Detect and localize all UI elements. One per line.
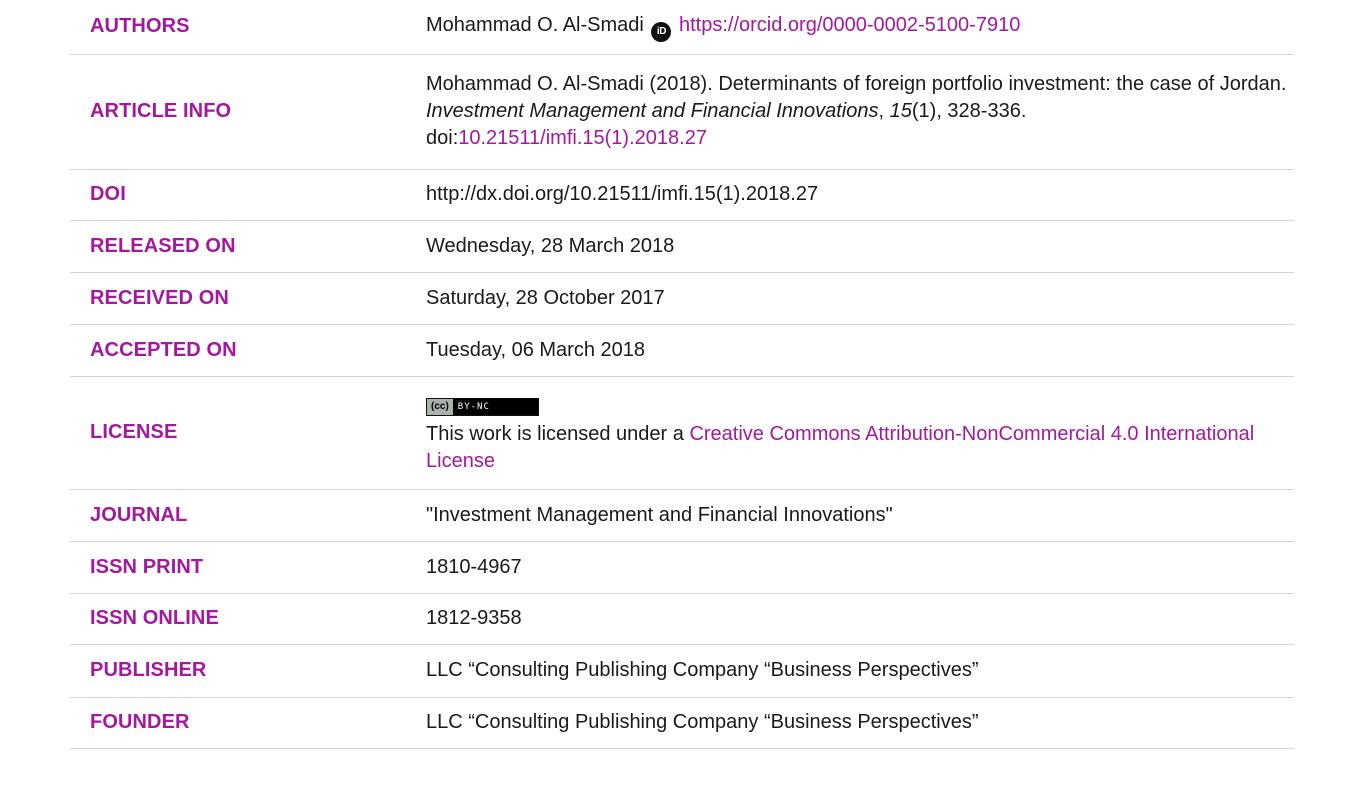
founder-value: LLC “Consulting Publishing Company “Busi…: [426, 711, 979, 733]
doi-label: DOI: [90, 183, 126, 205]
row-license: LICENSE (cc) BY-NC This work is licensed…: [70, 376, 1294, 489]
license-label: LICENSE: [90, 421, 178, 443]
license-text: This work is licensed under a Creative C…: [426, 421, 1294, 475]
publisher-value: LLC “Consulting Publishing Company “Busi…: [426, 659, 979, 681]
row-received-on: RECEIVED ON Saturday, 28 October 2017: [70, 272, 1294, 324]
authors-value: Mohammad O. Al-Smadi iD https://orcid.or…: [426, 0, 1294, 54]
released-on-value: Wednesday, 28 March 2018: [426, 234, 675, 257]
journal-label: JOURNAL: [90, 503, 188, 526]
publisher-label: PUBLISHER: [90, 659, 207, 681]
article-metadata-table: AUTHORS Mohammad O. Al-Smadi iD https://…: [70, 0, 1294, 749]
row-article-info: ARTICLE INFO Mohammad O. Al-Smadi (2018)…: [70, 54, 1294, 169]
citation-doi-link[interactable]: 10.21511/imfi.15(1).2018.27: [458, 127, 707, 149]
issn-print-label: ISSN PRINT: [90, 555, 204, 578]
orcid-link[interactable]: https://orcid.org/0000-0002-5100-7910: [679, 14, 1020, 36]
row-founder: FOUNDER LLC “Consulting Publishing Compa…: [70, 697, 1294, 748]
citation-volume: 15: [889, 100, 912, 122]
cc-license-badge[interactable]: (cc) BY-NC: [426, 398, 539, 416]
author-name: Mohammad O. Al-Smadi: [426, 13, 644, 36]
row-issn-print: ISSN PRINT 1810-4967: [70, 541, 1294, 593]
article-info-label: ARTICLE INFO: [90, 100, 232, 122]
citation-text: Mohammad O. Al-Smadi (2018). Determinant…: [426, 73, 1287, 95]
cc-logo-icon: (cc): [427, 399, 453, 415]
founder-label: FOUNDER: [90, 711, 190, 733]
authors-label: AUTHORS: [90, 15, 190, 38]
released-on-label: RELEASED ON: [90, 234, 236, 257]
row-issn-online: ISSN ONLINE 1812-9358: [70, 593, 1294, 644]
row-released-on: RELEASED ON Wednesday, 28 March 2018: [70, 220, 1294, 272]
received-on-value: Saturday, 28 October 2017: [426, 286, 665, 309]
citation-comma: ,: [878, 100, 890, 122]
citation-journal: Investment Management and Financial Inno…: [426, 100, 879, 122]
accepted-on-value: Tuesday, 06 March 2018: [426, 338, 646, 361]
doi-value: http://dx.doi.org/10.21511/imfi.15(1).20…: [426, 183, 819, 205]
received-on-label: RECEIVED ON: [90, 286, 229, 309]
row-authors: AUTHORS Mohammad O. Al-Smadi iD https://…: [70, 0, 1294, 54]
issn-online-label: ISSN ONLINE: [90, 607, 219, 629]
row-doi: DOI http://dx.doi.org/10.21511/imfi.15(1…: [70, 169, 1294, 220]
orcid-icon[interactable]: iD: [651, 21, 672, 42]
issn-print-value: 1810-4967: [426, 555, 522, 578]
cc-badge-text: BY-NC: [457, 402, 490, 412]
issn-online-value: 1812-9358: [426, 607, 522, 629]
license-text-prefix: This work is licensed under a: [426, 423, 690, 445]
accepted-on-label: ACCEPTED ON: [90, 338, 237, 361]
row-journal: JOURNAL "Investment Management and Finan…: [70, 489, 1294, 541]
journal-value: "Investment Management and Financial Inn…: [426, 503, 893, 526]
row-publisher: PUBLISHER LLC “Consulting Publishing Com…: [70, 644, 1294, 697]
license-value: (cc) BY-NC This work is licensed under a…: [426, 376, 1294, 489]
row-accepted-on: ACCEPTED ON Tuesday, 06 March 2018: [70, 324, 1294, 376]
article-info-value: Mohammad O. Al-Smadi (2018). Determinant…: [426, 54, 1294, 169]
